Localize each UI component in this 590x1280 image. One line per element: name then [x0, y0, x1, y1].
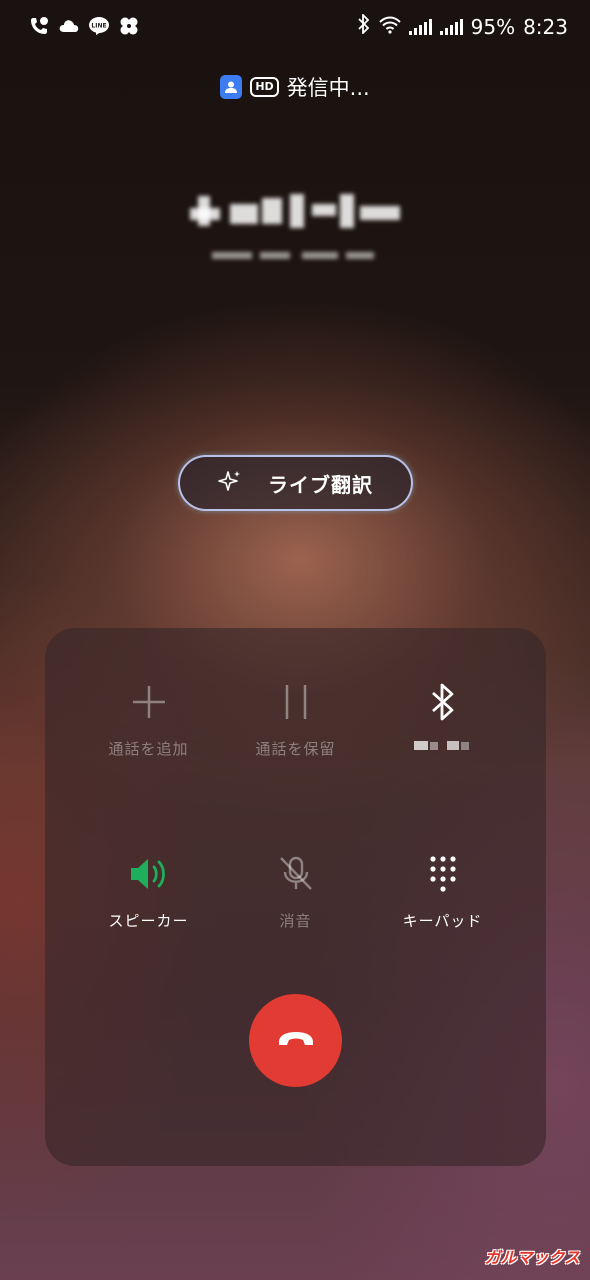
- end-call-button[interactable]: [249, 994, 342, 1087]
- mute-button[interactable]: 消音: [212, 852, 379, 930]
- sparkle-icon: [218, 469, 242, 498]
- call-status-text: 発信中...: [286, 76, 370, 100]
- add-call-button[interactable]: 通話を追加: [65, 680, 232, 758]
- contact-icon: [220, 75, 243, 99]
- signal-icon-sim2: [439, 18, 463, 35]
- notification-icons: LINE: [28, 16, 140, 41]
- watermark-logo: ガルマックス: [484, 1248, 580, 1267]
- hang-up-icon: [276, 1029, 316, 1053]
- hold-call-label: 通話を保留: [255, 740, 336, 758]
- line-app-icon: LINE: [88, 16, 110, 41]
- pinwheel-icon: [118, 16, 140, 41]
- call-status-header: HD 発信中...: [0, 72, 590, 102]
- bluetooth-icon: [431, 680, 455, 724]
- battery-level: 95%: [470, 14, 516, 39]
- hold-call-button[interactable]: 通話を保留: [212, 680, 379, 758]
- dialpad-icon: [428, 852, 458, 896]
- svg-text:LINE: LINE: [91, 23, 106, 30]
- speaker-button[interactable]: スピーカー: [65, 852, 232, 930]
- mute-label: 消音: [279, 912, 312, 930]
- hd-voice-badge: HD: [250, 77, 279, 97]
- speaker-label: スピーカー: [108, 912, 189, 930]
- wifi-icon: [378, 15, 401, 39]
- bluetooth-button[interactable]: [359, 680, 526, 758]
- live-translate-label: ライブ翻訳: [268, 472, 373, 497]
- live-translate-button[interactable]: ライブ翻訳: [178, 455, 413, 511]
- keypad-label: キーパッド: [402, 912, 483, 930]
- missed-call-icon: [28, 16, 50, 41]
- add-call-label: 通話を追加: [108, 740, 189, 758]
- bluetooth-device-name-redacted: [411, 738, 475, 758]
- system-status: 95% 8:23: [357, 12, 568, 39]
- pause-icon: [281, 680, 311, 724]
- keypad-button[interactable]: キーパッド: [359, 852, 526, 930]
- bluetooth-icon: [357, 12, 371, 39]
- mic-off-icon: [278, 852, 314, 896]
- status-bar: LINE 95% 8:23: [0, 0, 590, 56]
- cloud-icon: [58, 18, 80, 39]
- speaker-icon: [129, 852, 169, 896]
- clock: 8:23: [523, 14, 568, 39]
- signal-icon-sim1: [408, 18, 432, 35]
- plus-icon: [131, 680, 167, 724]
- caller-info-redacted: [190, 190, 410, 270]
- in-call-controls-panel: 通話を追加 通話を保留 スピーカー 消音 キーパッド: [45, 628, 546, 1166]
